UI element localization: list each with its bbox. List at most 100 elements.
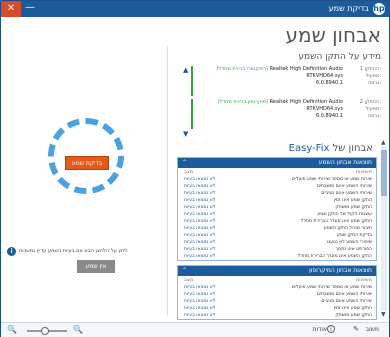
row-task: התקן השמע אינו מוגדר כברירת מחדל bbox=[297, 254, 372, 259]
device-status: (ריפקטורי ברירת מחדל) bbox=[216, 66, 268, 72]
scroll-up-arrow[interactable]: ▲ bbox=[381, 139, 386, 146]
device-provider: RTKVHD64.sys bbox=[306, 73, 343, 79]
version-label: גרסה: bbox=[367, 113, 381, 119]
device-status: (מיקרופון ברירת מחדל) bbox=[217, 99, 268, 105]
info-row: i לחץ על הלחצן הבא אם בעיות השמע עדיין נ… bbox=[7, 247, 165, 257]
table-row: שירות שמע או מספר שירותי שמע פועלים לא נמ… bbox=[178, 176, 376, 183]
provider-label: מפעיל: bbox=[365, 73, 381, 79]
scroll-down-icon[interactable]: ▼ bbox=[183, 130, 188, 138]
feedback-icon[interactable]: ✎ bbox=[353, 325, 359, 333]
table-row: התקן שמע אינו זמין לא נמצאו בעיות bbox=[178, 305, 376, 312]
minimize-button[interactable]: — bbox=[22, 1, 38, 17]
scrollbar-thumb[interactable] bbox=[381, 150, 387, 196]
table-row: הפורמט אינו נתמך לא נמצאו בעיות bbox=[178, 246, 376, 253]
panel-title: תוצאות אבחון המיקרופון bbox=[309, 267, 372, 274]
row-task: התקן שמע מושתק bbox=[335, 205, 372, 210]
row-status[interactable]: לא נמצאו בעיות bbox=[184, 211, 215, 218]
collapse-icon[interactable]: ⌃ bbox=[182, 158, 187, 168]
no-sound-button[interactable]: אין שמע bbox=[77, 260, 115, 273]
zoom-slider[interactable] bbox=[27, 327, 67, 335]
row-status[interactable]: לא נמצאו בעיות bbox=[184, 183, 215, 190]
row-task: שירות שמע או מספר שירותי שמע פועלים bbox=[291, 177, 372, 182]
table-row: שירותי השמע אינם מגיבים לא נמצאו בעיות bbox=[178, 298, 376, 305]
table-row: התקן שמע מושתק לא נמצאו בעיות bbox=[178, 312, 376, 319]
table-row: בדיקת התקן שמע לא נמצאו בעיות bbox=[178, 232, 376, 239]
sound-rows: שירות שמע או מספר שירותי שמע פועלים לא נמ… bbox=[178, 176, 376, 260]
col-task: משימות bbox=[355, 277, 372, 283]
provider-label: מפעיל: bbox=[365, 106, 381, 112]
panel-title: תוצאות אבחון השמע bbox=[318, 159, 372, 166]
table-row: התקן שמע אינו זמין לא נמצאו בעיות bbox=[178, 197, 376, 204]
row-task: שירות שמע או מספר שירותי שמע פועלים bbox=[291, 285, 372, 290]
column-headers: משימות מצב bbox=[178, 276, 376, 284]
table-row: שירותי השמע אינם מושבתים לא נמצאו בעיות bbox=[178, 183, 376, 190]
row-status[interactable]: לא נמצאו בעיות bbox=[184, 197, 215, 204]
row-status[interactable]: לא נמצאו בעיות bbox=[184, 253, 215, 260]
row-status[interactable]: לא נמצאו בעיות bbox=[184, 312, 215, 319]
zoom-in-icon[interactable]: 🔍 bbox=[73, 325, 83, 334]
row-task: שירותי השמע אינם מגיבים bbox=[321, 299, 372, 304]
col-status: מצב bbox=[184, 169, 194, 175]
easy-fix-prefix: אבחון של bbox=[332, 143, 373, 154]
row-status[interactable]: לא נמצאו בעיות bbox=[184, 298, 215, 305]
row-task: שירותי השמע אינם מושבתים bbox=[316, 184, 372, 189]
about-link[interactable]: אודות bbox=[313, 326, 328, 333]
row-task: הפורמט אינו נתמך bbox=[335, 247, 372, 252]
title-bar: ✕ — בדיקת שמע hp bbox=[1, 1, 389, 17]
row-status[interactable]: לא נמצאו בעיות bbox=[184, 218, 215, 225]
close-button[interactable]: ✕ bbox=[1, 1, 21, 17]
row-status[interactable]: לא נמצאו בעיות bbox=[184, 225, 215, 232]
table-row: שיפורי השמע לא נטענו לא נמצאו בעיות bbox=[178, 239, 376, 246]
row-status[interactable]: לא נמצאו בעיות bbox=[184, 246, 215, 253]
panel-header[interactable]: ⌃ תוצאות אבחון המיקרופון bbox=[178, 266, 376, 276]
row-status[interactable]: לא נמצאו בעיות bbox=[184, 190, 215, 197]
table-row: התקן השמע אינו מוגדר כברירת מחדל לא נמצאו… bbox=[178, 253, 376, 260]
left-pane: בדיקת שמע i לחץ על הלחצן הבא אם בעיות הש… bbox=[3, 46, 165, 316]
device-block-2: ההתקן 2: מפעיל: גרסה: (מיקרופון ברירת מח… bbox=[181, 99, 381, 129]
app-window: ✕ — בדיקת שמע hp אבחון שמע בדיקת שמע i ל… bbox=[0, 0, 390, 337]
column-headers: משימות מצב bbox=[178, 168, 376, 176]
row-task: התקן שמע מושתק bbox=[335, 313, 372, 318]
hp-logo-icon: hp bbox=[373, 3, 385, 15]
zoom-out-icon[interactable]: 🔍 bbox=[7, 325, 17, 334]
feedback-link[interactable]: משוב bbox=[366, 326, 379, 333]
device-info-title: מידע על התקן השמע bbox=[298, 52, 381, 62]
row-task: בדיקת התקן שמע bbox=[336, 233, 372, 238]
row-status[interactable]: לא נמצאו בעיות bbox=[184, 232, 215, 239]
row-status[interactable]: לא נמצאו בעיות bbox=[184, 284, 215, 291]
device-name: (ריפקטורי ברירת מחדל) Realtek High Defin… bbox=[216, 66, 343, 72]
row-task: התקן שמע אינו מוגדר כברירת מחדל bbox=[300, 219, 372, 224]
scrollbar[interactable] bbox=[381, 146, 387, 311]
table-row: התקן שמע מושתק לא נמצאו בעיות bbox=[178, 204, 376, 211]
zoom-slider-handle[interactable] bbox=[41, 327, 49, 335]
row-task: התקן שמע אינו זמין bbox=[333, 306, 372, 311]
status-bar: 🔍 🔍 אודות i ✎ משוב bbox=[1, 322, 389, 337]
collapse-icon[interactable]: ⌃ bbox=[182, 266, 187, 276]
row-status[interactable]: לא נמצאו בעיות bbox=[184, 291, 215, 298]
device-block-1: ההתקן 1: מפעיל: גרסה: (ריפקטורי ברירת מח… bbox=[181, 66, 381, 96]
version-label: גרסה: bbox=[367, 80, 381, 86]
row-status[interactable]: לא נמצאו בעיות bbox=[184, 305, 215, 312]
sound-results-panel: ⌃ תוצאות אבחון השמע משימות מצב שירות שמע… bbox=[177, 157, 377, 261]
row-status[interactable]: לא נמצאו בעיות bbox=[184, 204, 215, 211]
col-task: משימות bbox=[355, 169, 372, 175]
device-version: 6.0.8940.1 bbox=[315, 113, 343, 119]
table-row: שירותי השמע אינם מושבתים לא נמצאו בעיות bbox=[178, 291, 376, 298]
pane-divider bbox=[167, 46, 168, 316]
start-test-button[interactable]: בדיקת שמע bbox=[65, 156, 109, 170]
device-accent bbox=[191, 66, 193, 96]
mic-rows: שירות שמע או מספר שירותי שמע פועלים לא נמ… bbox=[178, 284, 376, 319]
scroll-down-arrow[interactable]: ▼ bbox=[381, 311, 386, 318]
table-row: התקן שמע אינו מוגדר כברירת מחדל לא נמצאו … bbox=[178, 218, 376, 225]
info-circle-icon[interactable]: i bbox=[327, 325, 335, 333]
device-provider: RTKVHD64.sys bbox=[306, 106, 343, 112]
table-row: חיבור מנהל התקן השמע לא נמצאו בעיות bbox=[178, 225, 376, 232]
row-status[interactable]: לא נמצאו בעיות bbox=[184, 176, 215, 183]
easy-fix-brand: Easy-Fix bbox=[288, 143, 330, 154]
row-status[interactable]: לא נמצאו בעיות bbox=[184, 239, 215, 246]
row-task: התקן שמע אינו זמין bbox=[333, 198, 372, 203]
table-row: שירות שמע או מספר שירותי שמע פועלים לא נמ… bbox=[178, 284, 376, 291]
device-label: ההתקן 1: bbox=[359, 66, 381, 72]
panel-header[interactable]: ⌃ תוצאות אבחון השמע bbox=[178, 158, 376, 168]
row-task: שירותי השמע אינם מושבתים bbox=[316, 292, 372, 297]
